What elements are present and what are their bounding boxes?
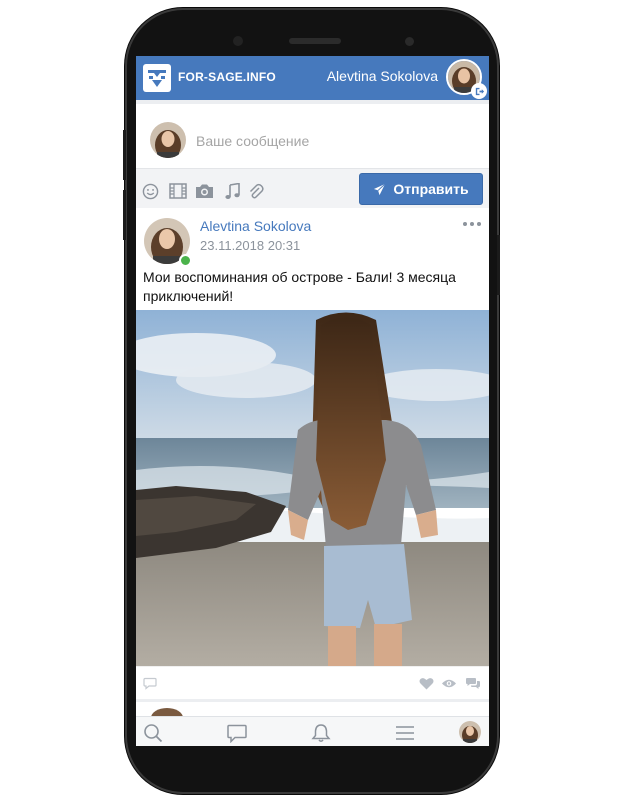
- send-button-label: Отправить: [393, 181, 469, 197]
- feed-post: Alevtina Sokolova 23.11.2018 20:31 Мои в…: [136, 208, 489, 699]
- views-icon[interactable]: [441, 675, 457, 691]
- comment-icon[interactable]: [142, 675, 158, 691]
- post-photo[interactable]: [136, 310, 489, 666]
- volume-button: [123, 130, 126, 180]
- post-author-name[interactable]: Alevtina Sokolova: [200, 218, 311, 234]
- share-icon[interactable]: [465, 675, 481, 691]
- online-status-dot: [179, 254, 192, 267]
- music-icon[interactable]: [222, 181, 242, 201]
- menu-icon[interactable]: [394, 722, 416, 744]
- messages-icon[interactable]: [226, 722, 248, 744]
- site-logo-icon[interactable]: [143, 64, 171, 92]
- post-date: 23.11.2018 20:31: [200, 238, 301, 253]
- earpiece-speaker: [289, 38, 341, 44]
- post-text: Мои воспоминания об острове - Бали! 3 ме…: [143, 269, 456, 304]
- send-button[interactable]: Отправить: [359, 173, 483, 205]
- profile-avatar[interactable]: [459, 721, 481, 743]
- more-options-icon[interactable]: [463, 222, 481, 228]
- volume-button-down: [123, 190, 126, 240]
- front-camera: [233, 36, 243, 46]
- video-icon[interactable]: [168, 181, 188, 201]
- post-footer: [136, 666, 489, 699]
- notifications-icon[interactable]: [310, 722, 332, 744]
- smile-icon[interactable]: [140, 181, 160, 201]
- power-button: [497, 235, 500, 295]
- site-name[interactable]: FOR-SAGE.INFO: [178, 70, 276, 84]
- bottom-navigation: [136, 716, 489, 746]
- camera-icon[interactable]: [194, 181, 214, 201]
- search-icon[interactable]: [142, 722, 164, 744]
- message-input[interactable]: [194, 126, 468, 156]
- app-header: FOR-SAGE.INFO Alevtina Sokolova: [136, 56, 489, 100]
- paperclip-icon[interactable]: [246, 181, 266, 201]
- logout-icon[interactable]: [471, 83, 487, 99]
- composer-toolbar: Отправить: [136, 168, 489, 213]
- like-icon[interactable]: [418, 675, 434, 691]
- header-user-name[interactable]: Alevtina Sokolova: [327, 68, 438, 84]
- proximity-sensor: [405, 37, 414, 46]
- phone-screen: FOR-SAGE.INFO Alevtina Sokolova Ваше соо…: [136, 56, 489, 746]
- composer-avatar: [150, 122, 186, 158]
- post-composer: Отправить: [136, 104, 489, 213]
- next-post-preview: [136, 702, 489, 728]
